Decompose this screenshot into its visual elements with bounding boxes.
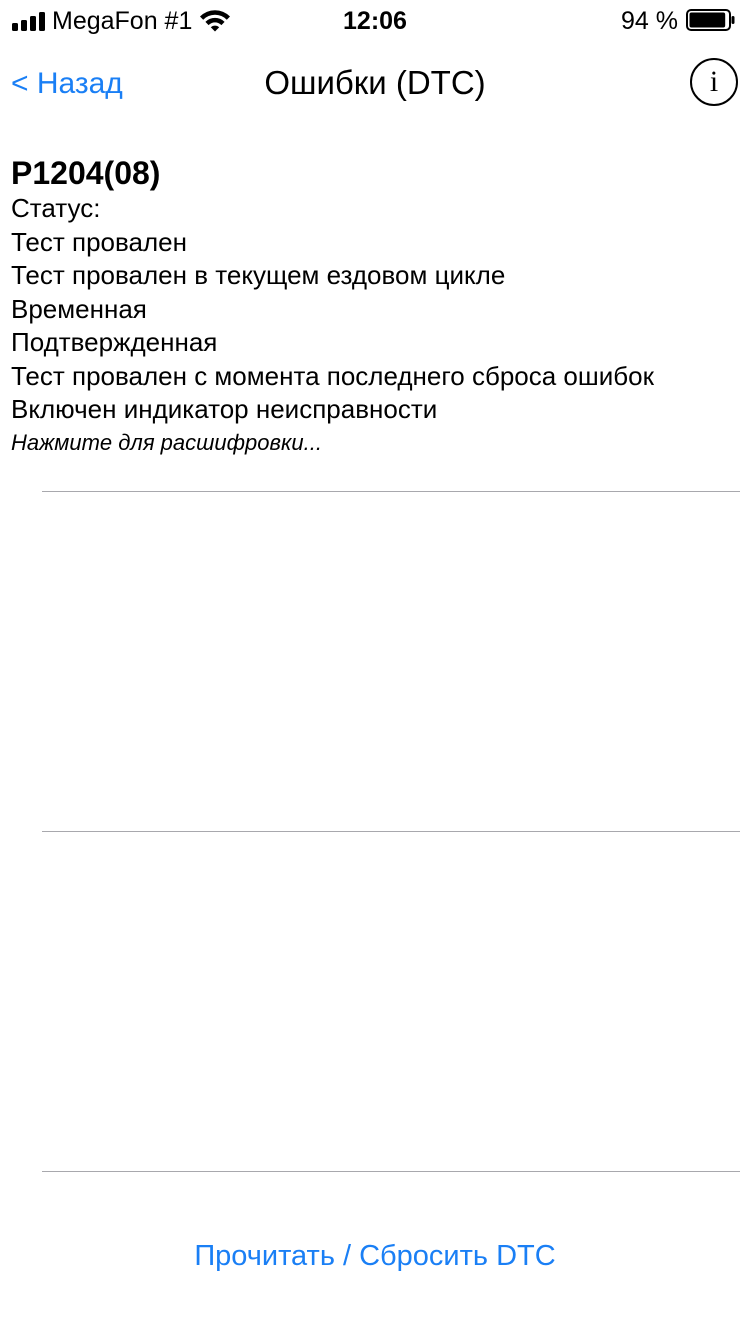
- decode-hint: Нажмите для расшифровки...: [11, 429, 322, 455]
- row-separator: [42, 1171, 740, 1172]
- dtc-status-line: Тест провален в текущем ездовом цикле: [11, 260, 506, 290]
- dtc-status-line: Тест провален: [11, 226, 187, 257]
- navigation-bar: < Назад Ошибки (DTC) i: [0, 40, 750, 128]
- battery-percent: 94 %: [621, 7, 678, 35]
- dtc-status-line: Включен индикатор неисправности: [11, 394, 438, 424]
- page-title: Ошибки (DTC): [264, 64, 486, 101]
- dtc-status-line: Временная: [11, 293, 147, 324]
- dtc-list-item[interactable]: P1204(08) Статус: Тест провален Тест про…: [11, 152, 746, 458]
- dtc-status-line: Подтвержденная: [11, 327, 218, 357]
- status-bar: MegaFon #1 12:06 94 %: [0, 0, 750, 40]
- battery-icon: [686, 9, 735, 31]
- dtc-status-line: Тест провален с момента последнего сброс…: [11, 360, 655, 391]
- read-reset-dtc-button[interactable]: Прочитать / Сбросить DTC: [0, 1238, 750, 1274]
- row-separator: [42, 831, 740, 832]
- row-separator: [42, 491, 740, 492]
- info-icon[interactable]: i: [690, 58, 738, 106]
- dtc-code: P1204(08): [11, 155, 161, 191]
- dtc-status-label: Статус:: [11, 193, 101, 223]
